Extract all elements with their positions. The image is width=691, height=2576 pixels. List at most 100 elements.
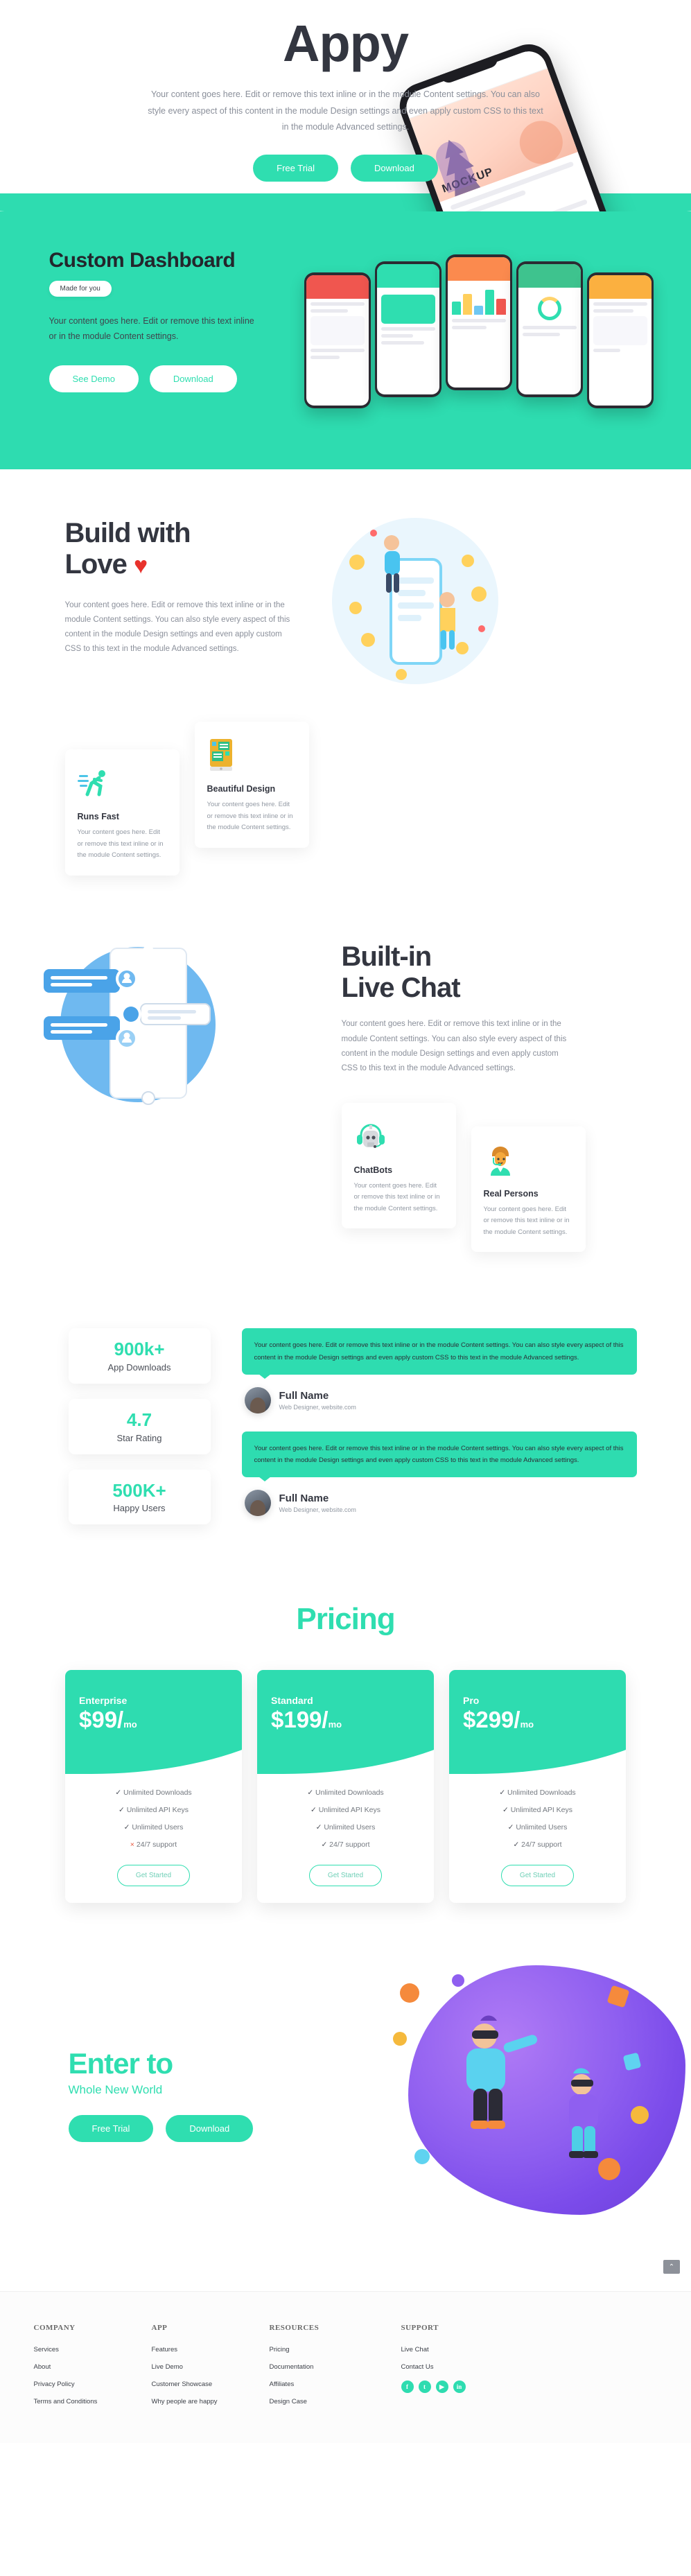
build-feature-cards: Runs Fast Your content goes here. Edit o… (34, 722, 658, 876)
footer-link[interactable]: Design Case (270, 2398, 401, 2405)
stat-card: 900k+ App Downloads (68, 1328, 211, 1384)
hero-button-row: Free Trial Download (138, 154, 554, 182)
facebook-icon[interactable]: f (401, 2381, 414, 2394)
dashboard-phones-mockup (297, 254, 658, 428)
footer-link[interactable]: Live Chat (401, 2346, 519, 2353)
feature-title: Real Persons (483, 1188, 539, 1199)
check-icon: ✓ (115, 1789, 122, 1798)
footer-link[interactable]: Features (152, 2346, 270, 2353)
footer-column-title: COMPANY (33, 2324, 76, 2333)
testimonial-name: Full Name (279, 1492, 329, 1504)
plan-feature-text: Unlimited Downloads (123, 1789, 192, 1798)
plan-price: $199/ (271, 1707, 329, 1733)
hero-section: MOCKUP Appy Your content goes here. Edit… (0, 0, 691, 211)
footer-link[interactable]: Terms and Conditions (34, 2398, 152, 2405)
feature-title: Beautiful Design (207, 784, 276, 794)
feature-text: Your content goes here. Edit or remove t… (207, 801, 293, 832)
stat-label: App Downloads (107, 1362, 171, 1373)
check-icon: ✓ (321, 1840, 328, 1850)
enter-world-section: Enter to Whole New World Free Trial Down… (0, 1903, 691, 2291)
footer-column-resources: RESOURCES Pricing Documentation Affiliat… (270, 2324, 401, 2415)
plan-feature: ✓ Unlimited Downloads (449, 1789, 626, 1797)
chat-title-line2: Live Chat (341, 972, 461, 1003)
check-icon: ✓ (315, 1823, 322, 1832)
plan-period: mo (328, 1719, 342, 1730)
avatar (244, 1386, 271, 1413)
footer-link[interactable]: Pricing (270, 2346, 401, 2353)
footer-link[interactable]: Affiliates (270, 2381, 401, 2388)
footer-link[interactable]: Privacy Policy (34, 2381, 152, 2388)
get-started-button[interactable]: Get Started (308, 1865, 383, 1887)
dashboard-title: Custom Dashboard (49, 249, 236, 272)
runner-icon (77, 763, 167, 803)
stat-card: 4.7 Star Rating (68, 1399, 211, 1454)
linkedin-icon[interactable]: in (453, 2381, 466, 2394)
plan-price: $99/ (79, 1707, 124, 1733)
avatar (244, 1489, 271, 1516)
chat-title: Built-in Live Chat (342, 941, 658, 1004)
free-trial-button[interactable]: Free Trial (253, 154, 339, 182)
plan-feature-text: Unlimited API Keys (318, 1806, 381, 1815)
check-icon: ✓ (502, 1806, 509, 1815)
footer-column-company: COMPANY Services About Privacy Policy Te… (34, 2324, 152, 2415)
plan-feature-text: Unlimited Downloads (315, 1789, 384, 1798)
check-icon: ✓ (499, 1789, 506, 1798)
world-free-trial-button[interactable]: Free Trial (68, 2115, 154, 2143)
plan-feature-text: 24/7 support (136, 1840, 177, 1850)
feature-text: Your content goes here. Edit or remove t… (483, 1205, 570, 1236)
feature-card-beautiful-design: Beautiful Design Your content goes here.… (194, 722, 309, 848)
robot-headset-icon (354, 1117, 444, 1157)
dashboard-download-button[interactable]: Download (149, 365, 237, 392)
plan-name: Enterprise (79, 1695, 128, 1707)
footer-link[interactable]: Customer Showcase (152, 2381, 270, 2388)
stat-card: 500K+ Happy Users (68, 1469, 211, 1525)
plan-feature-text: Unlimited Users (324, 1823, 376, 1832)
landing-page: MOCKUP Appy Your content goes here. Edit… (0, 0, 691, 2444)
youtube-icon[interactable]: ▶ (435, 2381, 448, 2394)
stats-testimonials-section: 900k+ App Downloads 4.7 Star Rating 500K… (34, 1252, 658, 1540)
testimonial-bubble: Your content goes here. Edit or remove t… (241, 1431, 637, 1481)
feature-title: Runs Fast (77, 812, 119, 821)
check-icon: ✓ (123, 1823, 130, 1832)
footer-link[interactable]: Why people are happy (152, 2398, 270, 2405)
download-button[interactable]: Download (351, 154, 438, 182)
stat-label: Star Rating (116, 1432, 162, 1443)
check-icon: ✓ (507, 1823, 514, 1832)
plan-feature: ✓ Unlimited Downloads (65, 1789, 242, 1797)
world-download-button[interactable]: Download (166, 2115, 254, 2143)
chat-feature-cards: ChatBots Your content goes here. Edit or… (341, 1102, 658, 1253)
build-title-line1: Build with (64, 518, 191, 548)
plan-feature: ✓ Unlimited API Keys (449, 1806, 626, 1814)
get-started-button[interactable]: Get Started (500, 1865, 575, 1887)
plan-feature-list: ✓ Unlimited Downloads ✓ Unlimited API Ke… (65, 1774, 242, 1849)
scroll-to-top-button[interactable]: ⌃ (663, 2260, 680, 2274)
build-with-love-section: Build with Love ♥ Your content goes here… (34, 469, 658, 876)
support-agent-icon (484, 1140, 573, 1181)
see-demo-button[interactable]: See Demo (49, 365, 139, 392)
stat-number: 500K+ (112, 1479, 166, 1501)
check-icon: ✓ (307, 1789, 314, 1798)
world-illustration (311, 1965, 685, 2222)
chat-title-line1: Built-in (341, 941, 432, 972)
plan-feature-list: ✓ Unlimited Downloads ✓ Unlimited API Ke… (257, 1774, 434, 1849)
footer-link[interactable]: About (34, 2363, 152, 2371)
build-title: Build with Love ♥ (65, 518, 311, 580)
pricing-card-enterprise: Enterprise $99/mo ✓ Unlimited Downloads … (65, 1670, 242, 1904)
hero-description: Your content goes here. Edit or remove t… (148, 89, 543, 132)
testimonials-column: Your content goes here. Edit or remove t… (241, 1328, 658, 1540)
plan-name: Standard (271, 1695, 313, 1707)
plan-name: Pro (463, 1695, 480, 1707)
footer-link[interactable]: Live Demo (152, 2363, 270, 2371)
footer-link[interactable]: Contact Us (401, 2363, 519, 2371)
plan-feature-text: Unlimited Users (132, 1823, 184, 1832)
footer-link[interactable]: Documentation (270, 2363, 401, 2371)
made-for-you-badge: Made for you (49, 281, 112, 297)
footer-link[interactable]: Services (34, 2346, 152, 2353)
testimonial-bubble: Your content goes here. Edit or remove t… (241, 1328, 637, 1379)
stats-column: 900k+ App Downloads 4.7 Star Rating 500K… (34, 1328, 242, 1540)
twitter-icon[interactable]: t (418, 2381, 431, 2394)
get-started-button[interactable]: Get Started (116, 1865, 191, 1887)
cross-icon: × (130, 1840, 134, 1850)
feature-title: ChatBots (353, 1165, 393, 1175)
dashboard-button-row: See Demo Download (49, 365, 297, 392)
